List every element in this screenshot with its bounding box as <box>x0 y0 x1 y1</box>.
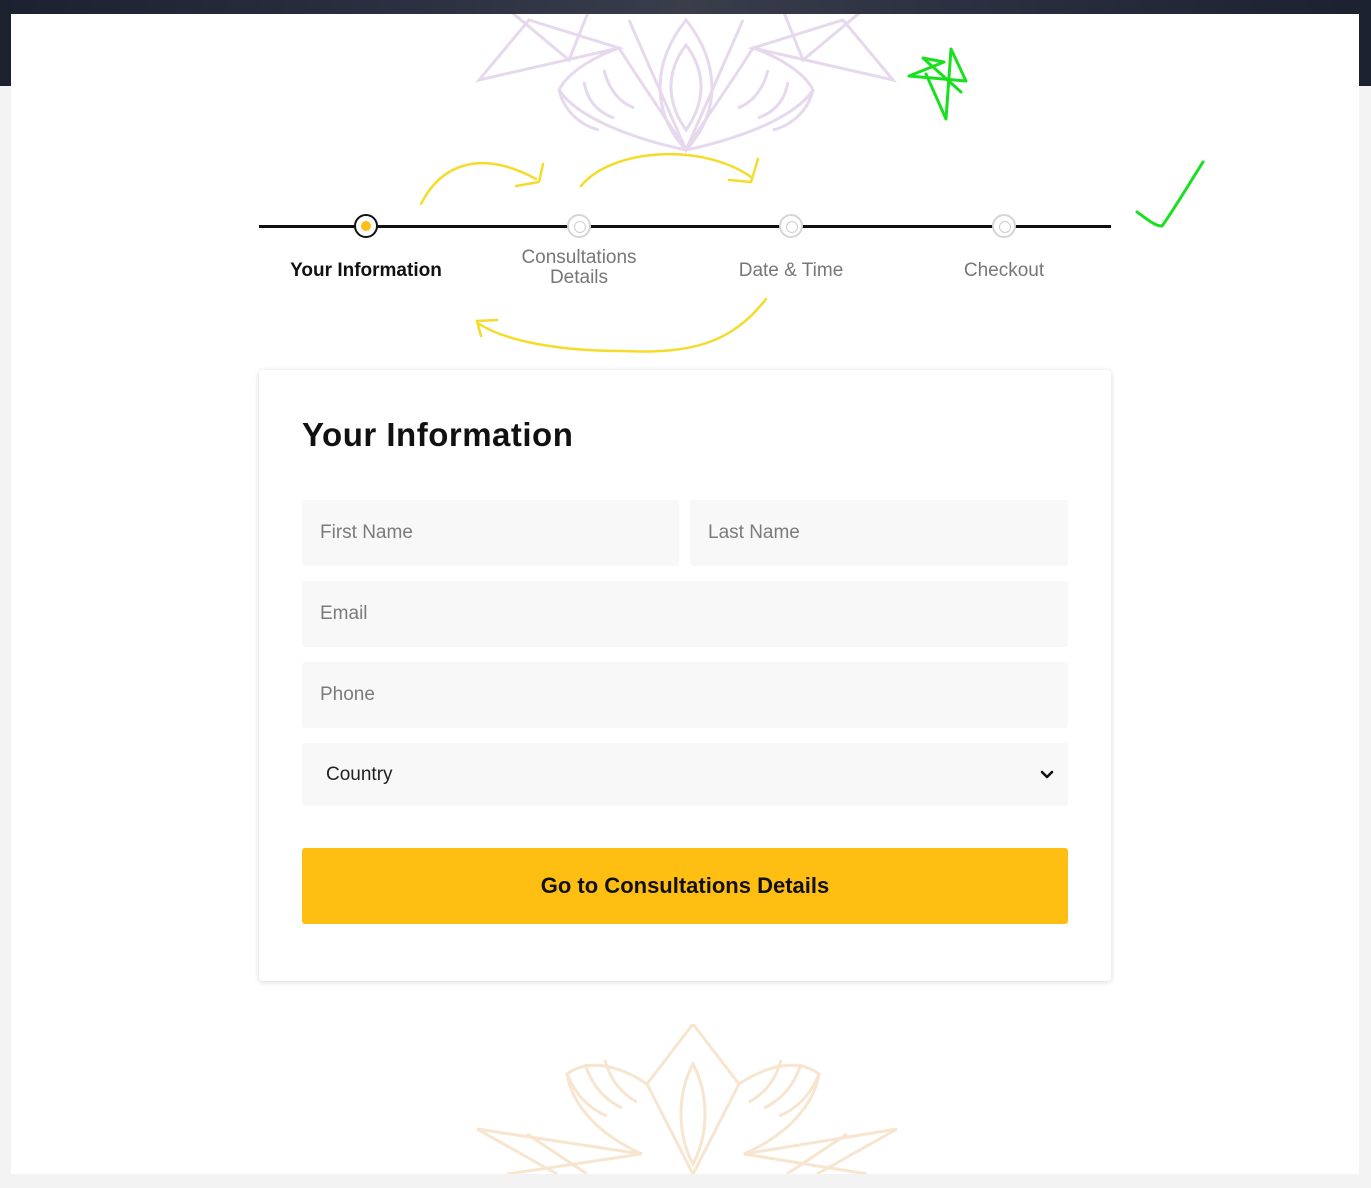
mandala-decoration-bottom <box>476 1024 898 1174</box>
annotation-star-icon <box>907 47 968 121</box>
chevron-down-icon <box>1040 764 1054 786</box>
country-select-value: Country <box>326 763 393 785</box>
information-form-card: Your Information Country Go to Consultat… <box>259 370 1111 981</box>
step-your-information[interactable]: Your Information <box>261 214 471 281</box>
form-title: Your Information <box>302 416 574 453</box>
email-field[interactable] <box>302 581 1068 647</box>
progress-stepper: Your Information Consultations Details D… <box>259 214 1111 314</box>
step-label: Date & Time <box>738 260 844 281</box>
step-indicator-active <box>354 214 378 238</box>
step-indicator <box>567 214 591 238</box>
step-date-time[interactable]: Date & Time <box>686 214 896 281</box>
step-indicator <box>992 214 1016 238</box>
step-consultations-details[interactable]: Consultations Details <box>474 214 684 288</box>
country-select[interactable]: Country <box>302 743 1068 806</box>
step-checkout[interactable]: Checkout <box>899 214 1109 281</box>
first-name-field[interactable] <box>302 500 679 566</box>
step-label: Your Information <box>290 260 442 281</box>
step-indicator <box>779 214 803 238</box>
last-name-field[interactable] <box>690 500 1068 566</box>
step-label: Consultations Details <box>521 247 637 288</box>
mandala-decoration-top <box>475 14 897 154</box>
step-label: Checkout <box>963 260 1045 281</box>
phone-field[interactable] <box>302 662 1068 728</box>
go-to-consultations-details-button[interactable]: Go to Consultations Details <box>302 848 1068 924</box>
annotation-checkmark-icon <box>1135 160 1205 228</box>
page-card: Your Information Consultations Details D… <box>11 14 1359 1174</box>
